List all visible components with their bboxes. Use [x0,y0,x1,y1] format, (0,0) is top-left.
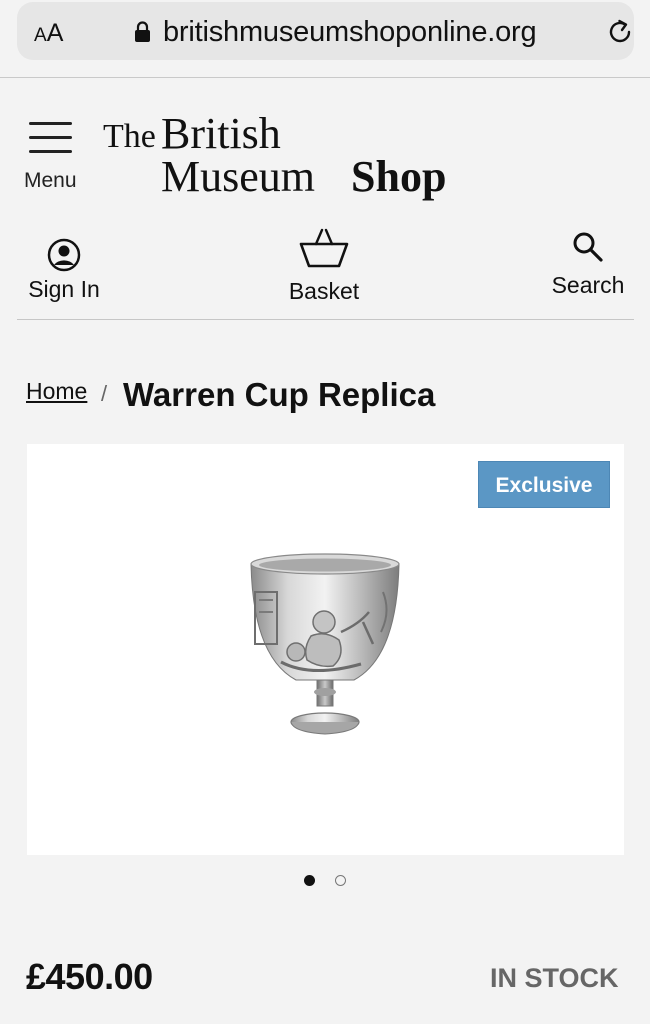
product-price: £450.00 [26,956,153,997]
breadcrumb-separator: / [101,381,108,406]
browser-toolbar: AA britishmuseumshoponline.org [0,0,650,78]
carousel-pagination [304,875,348,887]
product-image-carousel[interactable]: Exclusive [27,444,624,855]
url-text[interactable]: britishmuseumshoponline.org [163,16,537,49]
breadcrumb-home-link[interactable]: Home [26,378,87,405]
page-title: Warren Cup Replica [123,376,436,413]
logo-shop: Shop [351,152,447,201]
header-divider [17,319,634,320]
sign-in-label: Sign In [28,276,100,302]
carousel-dot-2[interactable] [335,875,346,886]
basket-label: Basket [288,278,360,304]
search-button[interactable]: Search [545,230,631,299]
exclusive-badge: Exclusive [478,461,610,508]
product-image-warren-cup [250,553,400,735]
reload-icon[interactable] [605,17,635,47]
menu-label: Menu [24,169,77,192]
logo-the: The [103,118,156,155]
search-icon [573,232,603,262]
british-museum-shop-logo[interactable]: The British Museum Shop [103,108,503,208]
stock-status: IN STOCK [490,963,619,993]
basket-button[interactable]: Basket [278,226,370,305]
text-size-button[interactable]: AA [34,19,63,48]
basket-icon [299,228,349,268]
search-label: Search [551,272,625,298]
lock-icon [135,21,150,42]
carousel-dot-1[interactable] [304,875,315,886]
menu-button[interactable]: Menu [20,118,90,198]
sign-in-button[interactable]: Sign In [22,238,106,303]
user-icon [47,238,81,272]
logo-museum: Museum [161,152,315,201]
address-bar[interactable]: AA britishmuseumshoponline.org [17,2,634,60]
